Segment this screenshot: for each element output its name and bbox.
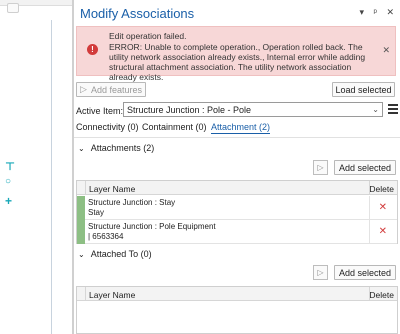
tab-connectivity[interactable]: Connectivity (0) (76, 122, 139, 132)
column-header-delete[interactable]: Delete (369, 290, 394, 300)
play-icon[interactable]: ▷ (313, 160, 328, 175)
row-layer-title: Structure Junction : Pole Equipment (88, 222, 216, 231)
pane-title: Modify Associations (80, 6, 195, 21)
chevron-down-icon: ⌄ (78, 250, 85, 259)
add-selected-button[interactable]: Add selected (334, 265, 396, 280)
attached-to-section-header[interactable]: ⌄ Attached To (0) (78, 249, 152, 259)
play-icon: ▷ (80, 84, 87, 94)
table-row[interactable]: Structure Junction : Pole Equipment | 65… (77, 220, 397, 244)
active-item-label: Active Item: (76, 106, 124, 116)
error-icon: ! (87, 44, 98, 55)
row-selector[interactable] (77, 196, 85, 220)
column-header-delete[interactable]: Delete (369, 184, 394, 194)
load-selected-button[interactable]: Load selected (332, 82, 395, 97)
add-selected-button[interactable]: Add selected (334, 160, 396, 175)
tab-divider (74, 137, 400, 138)
delete-icon[interactable]: ✕ (379, 226, 387, 237)
title-controls: ▾ ᵖ ✕ (352, 7, 394, 18)
pin-icon[interactable]: ᵖ (374, 7, 377, 17)
add-features-button[interactable]: ▷ Add features (76, 82, 146, 97)
attachments-table: Layer Name Delete Structure Junction : S… (76, 180, 398, 244)
column-header-layer-name[interactable]: Layer Name (89, 184, 135, 194)
menu-icon[interactable] (388, 104, 398, 116)
add-features-label: Add features (90, 84, 142, 95)
play-icon[interactable]: ▷ (313, 265, 328, 280)
column-divider (369, 220, 370, 244)
column-divider (369, 196, 370, 220)
row-layer-title: Structure Junction : Stay (88, 198, 176, 207)
row-layer-subtitle: | 6563364 (88, 232, 124, 241)
row-layer-name: Structure Junction : Stay Stay (88, 198, 175, 218)
attachments-section-header[interactable]: ⌄ Attachments (2) (78, 143, 154, 153)
pole-symbol-icon[interactable]: ⊤ (5, 160, 15, 173)
row-layer-name: Structure Junction : Pole Equipment | 65… (88, 222, 216, 242)
map-view[interactable]: ⊤ ○ + (0, 0, 72, 334)
table-header: Layer Name Delete (77, 287, 397, 301)
row-layer-subtitle: Stay (88, 208, 105, 217)
active-item-value: Structure Junction : Pole - Pole (127, 105, 252, 115)
attached-to-table: Layer Name Delete (76, 286, 398, 334)
table-row[interactable]: Structure Junction : Stay Stay ✕ (77, 196, 397, 220)
map-feature-line[interactable] (51, 20, 52, 334)
close-icon[interactable]: ✕ (386, 7, 394, 18)
modify-associations-pane: Modify Associations ▾ ᵖ ✕ ! Edit operati… (74, 0, 400, 334)
error-message: ERROR: Unable to complete operation., Op… (109, 42, 366, 82)
pane-titlebar: Modify Associations ▾ ᵖ ✕ (74, 0, 400, 26)
map-toolbar-button[interactable] (7, 3, 19, 13)
error-title: Edit operation failed. (109, 31, 187, 41)
column-divider (85, 181, 86, 195)
delete-icon[interactable]: ✕ (379, 202, 387, 213)
column-divider (85, 287, 86, 301)
active-item-select[interactable]: Structure Junction : Pole - Pole ⌄ (123, 102, 383, 117)
table-header: Layer Name Delete (77, 181, 397, 195)
attachments-section-title: Attachments (2) (90, 143, 155, 153)
row-selector[interactable] (77, 220, 85, 244)
error-message-box: ! Edit operation failed. ERROR: Unable t… (76, 26, 396, 82)
column-header-layer-name[interactable]: Layer Name (89, 290, 135, 300)
chevron-down-icon: ⌄ (78, 144, 85, 153)
tab-attachment[interactable]: Attachment (2) (211, 122, 271, 134)
tab-containment[interactable]: Containment (0) (142, 122, 207, 132)
error-close-icon[interactable]: ✕ (382, 45, 390, 56)
attached-to-section-title: Attached To (0) (90, 249, 152, 259)
options-chevron-icon[interactable]: ▾ (359, 7, 364, 18)
chevron-down-icon: ⌄ (372, 105, 379, 114)
plus-symbol-icon[interactable]: + (5, 194, 12, 208)
circle-symbol-icon[interactable]: ○ (5, 176, 11, 187)
